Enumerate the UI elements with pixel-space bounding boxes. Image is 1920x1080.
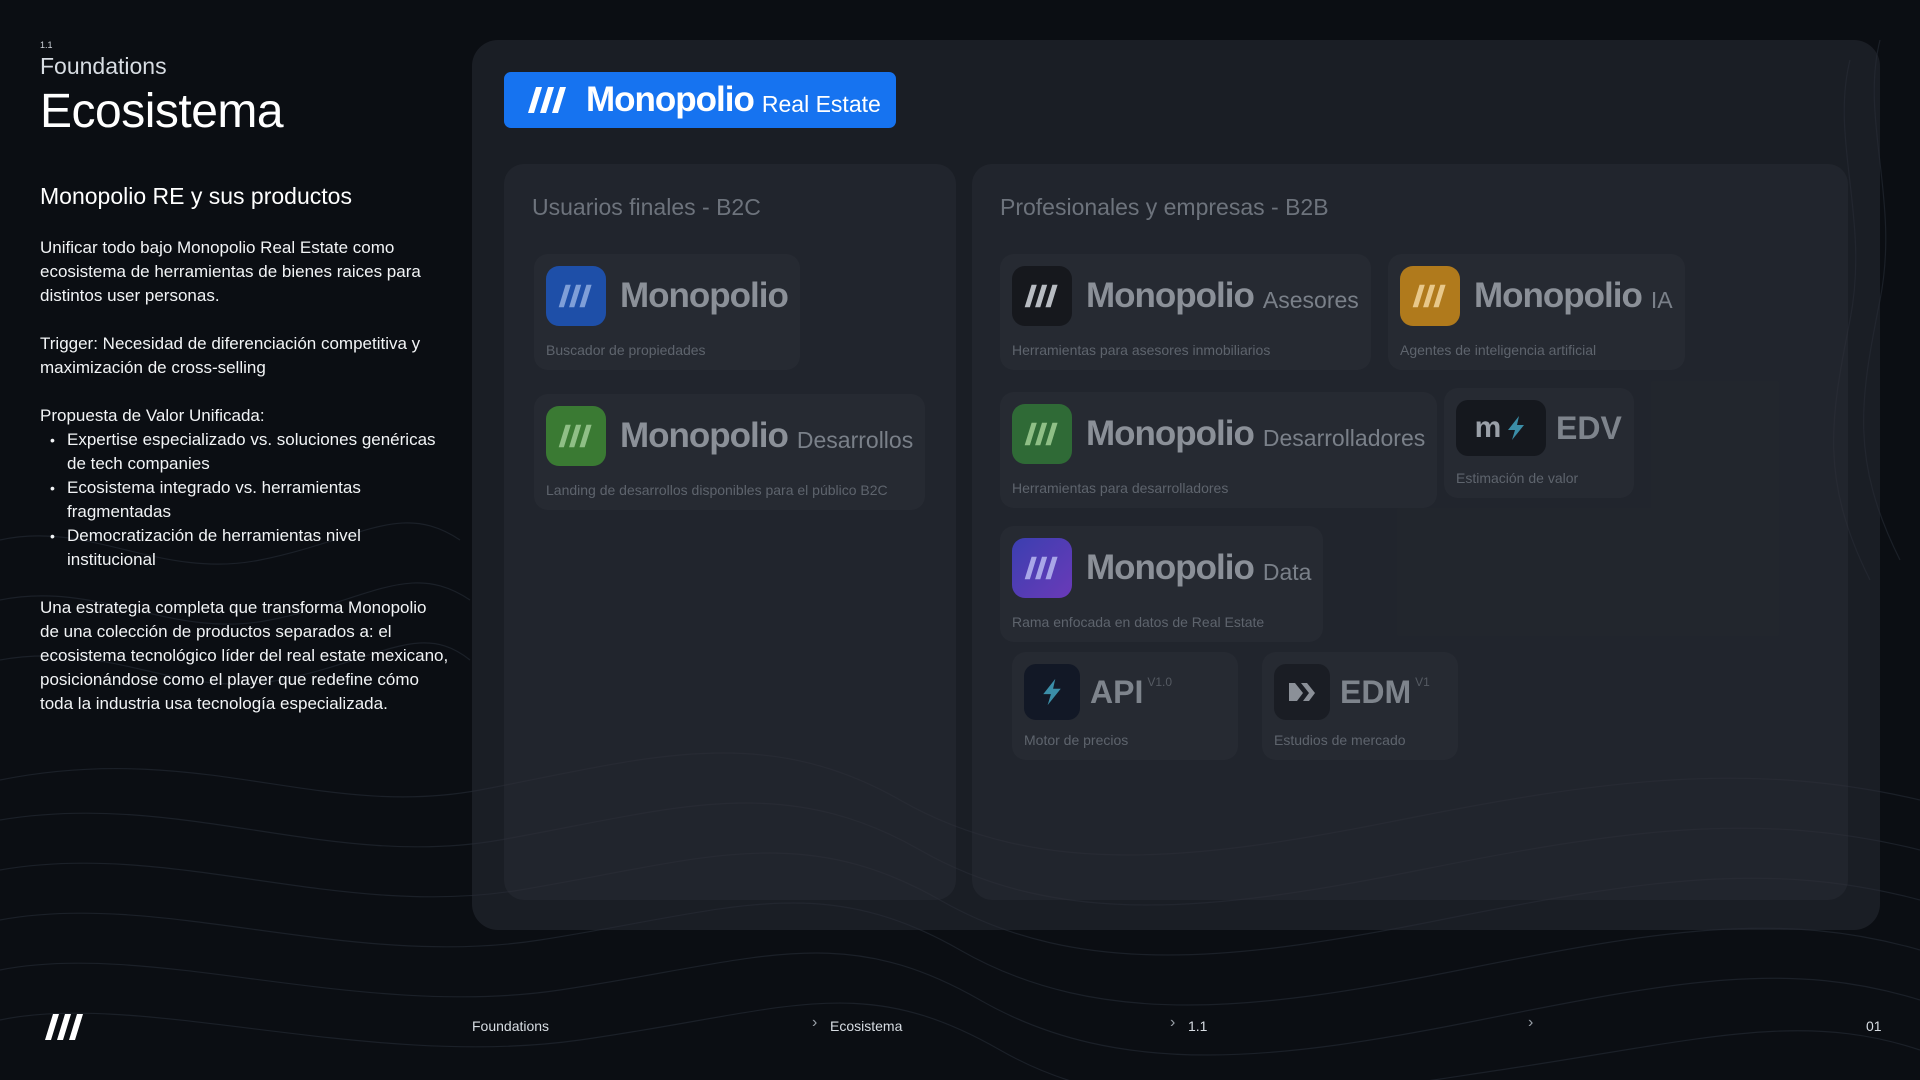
- product-suffix: Desarrollos: [796, 426, 914, 453]
- desarrollos-app-icon: [546, 406, 606, 466]
- section-name: Foundations: [40, 53, 167, 79]
- value-prop-list: Expertise especializado vs. soluciones g…: [50, 428, 450, 572]
- product-edm[interactable]: EDM V1 Estudios de mercado: [1262, 652, 1458, 760]
- value-proposition: Propuesta de Valor Unificada: Expertise …: [40, 404, 450, 572]
- api-name: API: [1090, 673, 1144, 710]
- product-name: Monopolio: [1086, 414, 1255, 453]
- monopolio-logo-icon: [45, 1014, 83, 1040]
- product-name: Monopolio: [620, 416, 789, 455]
- section-number: 1.1: [40, 40, 53, 50]
- chevron-right-icon: ›: [812, 1014, 818, 1031]
- list-item: Democratización de herramientas nivel in…: [50, 524, 450, 572]
- edv-name: EDV: [1556, 409, 1622, 446]
- chevron-right-icon: ›: [1170, 1014, 1176, 1031]
- product-monopolio-data[interactable]: Monopolio Data Rama enfocada en datos de…: [1000, 526, 1324, 642]
- product-description: Buscador de propiedades: [546, 342, 706, 358]
- product-api[interactable]: API V1.0 Motor de precios: [1012, 652, 1238, 760]
- b2b-column: Profesionales y empresas - B2B Monopolio…: [972, 164, 1848, 900]
- b2c-column: Usuarios finales - B2C Monopolio Buscado…: [504, 164, 956, 900]
- product-description: Herramientas para desarrolladores: [1012, 480, 1229, 496]
- b2b-title: Profesionales y empresas - B2B: [1000, 194, 1329, 220]
- product-monopolio[interactable]: Monopolio Buscador de propiedades: [534, 254, 800, 370]
- intro-paragraph: Unificar todo bajo Monopolio Real Estate…: [40, 238, 421, 305]
- edv-logo-letter: m: [1474, 411, 1502, 444]
- brand-header: Monopolio Real Estate: [504, 72, 896, 128]
- product-name: Monopolio: [1086, 276, 1255, 315]
- product-edv[interactable]: m EDV Estimación de valor: [1444, 388, 1634, 498]
- intro-column: 1.1 Foundations Ecosistema Monopolio RE …: [40, 40, 450, 716]
- product-monopolio-desarrollos[interactable]: Monopolio Desarrollos Landing de desarro…: [534, 394, 926, 510]
- edm-name: EDM: [1340, 673, 1412, 710]
- ia-app-icon: [1400, 266, 1460, 326]
- product-description: Rama enfocada en datos de Real Estate: [1012, 614, 1265, 630]
- product-name: Monopolio: [1086, 548, 1255, 587]
- product-description: Agentes de inteligencia artificial: [1400, 342, 1597, 358]
- brand-name: Monopolio: [586, 80, 755, 119]
- product-monopolio-desarrolladores[interactable]: Monopolio Desarrolladores Herramientas p…: [1000, 392, 1438, 508]
- api-version: V1.0: [1147, 675, 1173, 689]
- lightning-icon: [1508, 416, 1525, 440]
- list-item: Ecosistema integrado vs. herramientas fr…: [50, 476, 450, 524]
- asesores-app-icon: [1012, 266, 1072, 326]
- monopolio-logo-icon: [528, 87, 566, 113]
- breadcrumb-foundations[interactable]: Foundations: [472, 1018, 549, 1034]
- api-app-icon: [1024, 664, 1080, 720]
- product-description: Motor de precios: [1024, 732, 1129, 748]
- monopolio-app-icon: [546, 266, 606, 326]
- product-name: Monopolio: [1474, 276, 1643, 315]
- edm-version: V1: [1415, 675, 1430, 689]
- list-item: Expertise especializado vs. soluciones g…: [50, 428, 450, 476]
- edm-app-icon: [1274, 664, 1330, 720]
- product-monopolio-asesores[interactable]: Monopolio Asesores Herramientas para ase…: [1000, 254, 1371, 370]
- edm-logo-icon: [1289, 683, 1315, 701]
- ecosystem-panel: Monopolio Real Estate Usuarios finales -…: [472, 40, 1880, 930]
- product-suffix: Asesores: [1262, 286, 1359, 313]
- desarrolladores-app-icon: [1012, 404, 1072, 464]
- breadcrumb-section-number[interactable]: 1.1: [1188, 1018, 1207, 1034]
- page-title: Ecosistema: [40, 85, 284, 138]
- b2c-title: Usuarios finales - B2C: [532, 194, 761, 220]
- breadcrumb-ecosistema[interactable]: Ecosistema: [830, 1018, 902, 1034]
- product-description: Estudios de mercado: [1274, 732, 1406, 748]
- strategy-paragraph: Una estrategia completa que transforma M…: [40, 598, 449, 713]
- intro-subtitle: Monopolio RE y sus productos: [40, 183, 352, 209]
- data-app-icon: [1012, 538, 1072, 598]
- brand-suffix: Real Estate: [761, 90, 881, 117]
- edv-logo-icon: m: [1456, 400, 1546, 456]
- product-description: Estimación de valor: [1456, 470, 1579, 486]
- trigger-paragraph: Trigger: Necesidad de diferenciación com…: [40, 334, 421, 377]
- product-description: Herramientas para asesores inmobiliarios: [1012, 342, 1271, 358]
- footer-breadcrumb: Foundations › Ecosistema › 1.1 › 01: [0, 1004, 1920, 1048]
- product-name: Monopolio: [620, 276, 789, 315]
- product-suffix: Desarrolladores: [1262, 424, 1426, 451]
- product-suffix: Data: [1262, 558, 1312, 585]
- lightning-icon: [1043, 678, 1061, 706]
- product-suffix: IA: [1650, 286, 1673, 313]
- product-description: Landing de desarrollos disponibles para …: [546, 482, 888, 498]
- value-prop-title: Propuesta de Valor Unificada:: [40, 406, 265, 425]
- product-monopolio-ia[interactable]: Monopolio IA Agentes de inteligencia art…: [1388, 254, 1685, 370]
- chevron-right-icon: ›: [1528, 1014, 1534, 1031]
- page-number: 01: [1866, 1018, 1882, 1034]
